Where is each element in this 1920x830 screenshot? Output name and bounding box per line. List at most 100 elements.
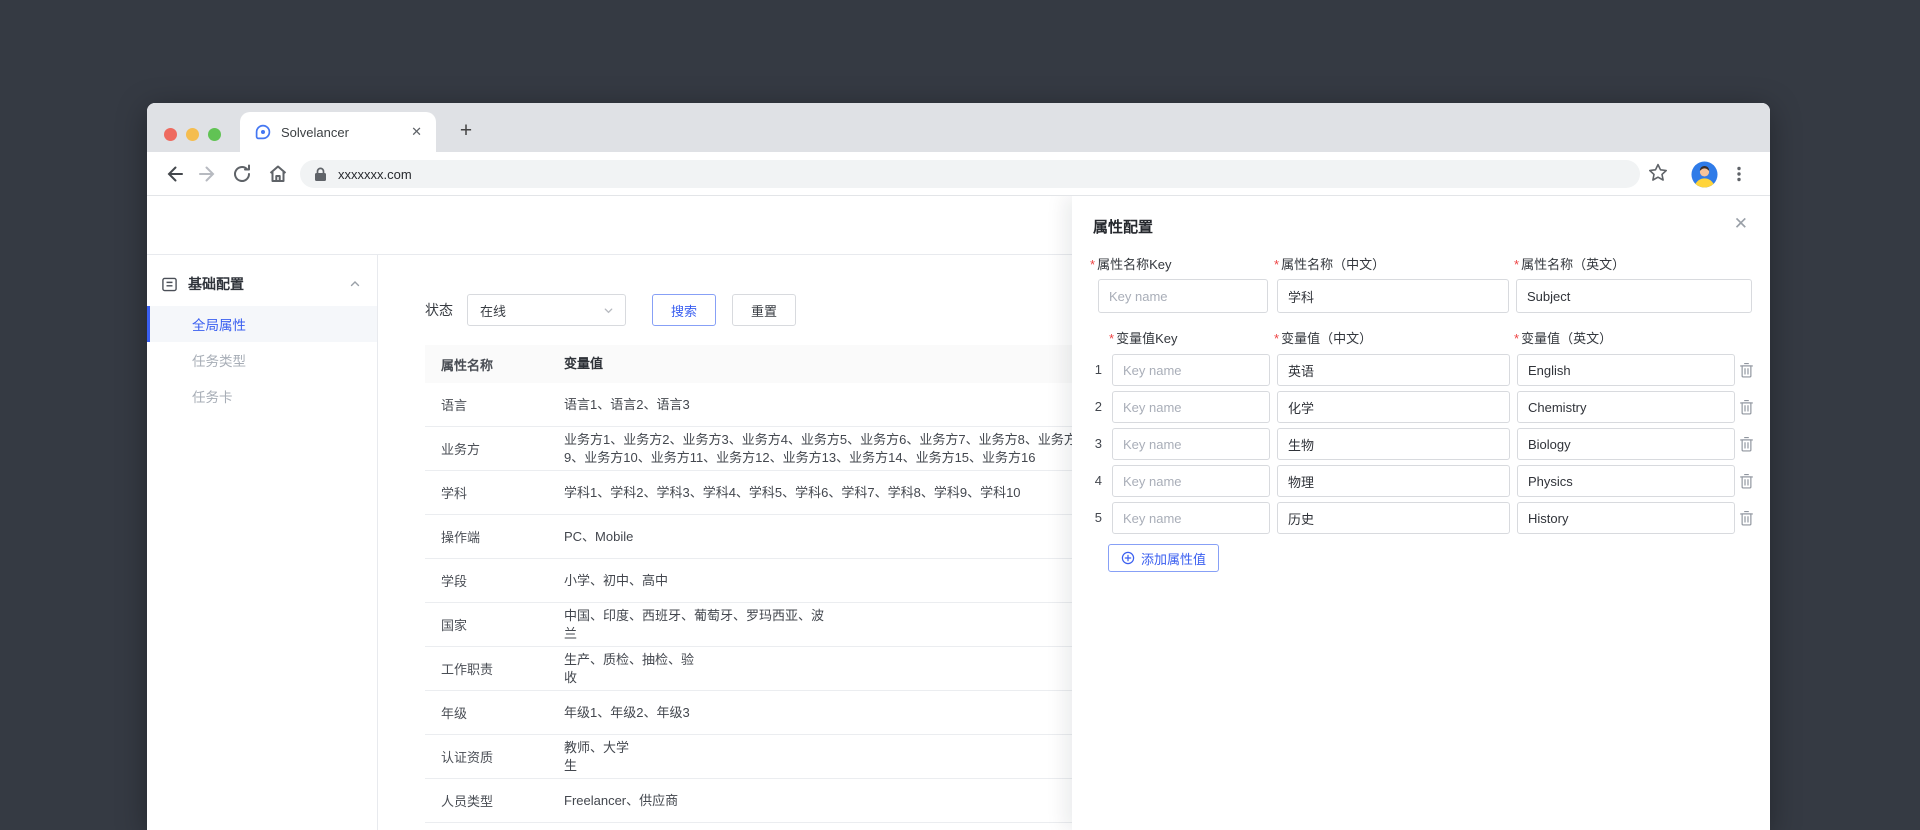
attribute-name-cell: 人员类型 (425, 791, 564, 810)
kebab-menu-icon[interactable] (1730, 165, 1748, 183)
variable-value-cell: PC、Mobile (564, 528, 1093, 546)
label-text: 属性名称Key (1097, 257, 1171, 272)
var-key-input[interactable] (1112, 428, 1270, 460)
var-cn-input[interactable] (1277, 391, 1510, 423)
attribute-name-cell: 操作端 (425, 527, 564, 546)
attribute-name-cell: 认证资质 (425, 747, 564, 766)
var-cn-input[interactable] (1277, 502, 1510, 534)
bookmark-star-icon[interactable] (1646, 161, 1670, 185)
browser-tab[interactable]: Solvelancer ✕ (240, 112, 436, 152)
var-key-input[interactable] (1112, 465, 1270, 497)
sidebar-group-basic-config[interactable]: 基础配置 (147, 264, 377, 304)
var-key-input[interactable] (1112, 502, 1270, 534)
forward-icon[interactable] (197, 163, 219, 185)
var-en-input[interactable] (1517, 465, 1735, 497)
table-row[interactable]: 学段 小学、初中、高中 (425, 559, 1093, 603)
attribute-name-cell: 业务方 (425, 439, 564, 458)
search-button[interactable]: 搜索 (652, 294, 716, 326)
back-icon[interactable] (163, 163, 185, 185)
var-en-input[interactable] (1517, 428, 1735, 460)
close-window-button[interactable] (164, 128, 177, 141)
variable-value-cell: 语言1、语言2、语言3 (564, 396, 1093, 414)
reset-button[interactable]: 重置 (732, 294, 796, 326)
user-avatar[interactable] (1691, 161, 1718, 188)
delete-row-icon[interactable] (1739, 399, 1754, 415)
sidebar-item-label: 任务卡 (192, 386, 233, 406)
drawer-title: 属性配置 (1093, 216, 1153, 237)
var-en-input[interactable] (1517, 502, 1735, 534)
filter-bar: 状态 在线 搜索 重置 (425, 294, 796, 326)
zoom-window-button[interactable] (208, 128, 221, 141)
table-row[interactable]: 操作端 PC、Mobile (425, 515, 1093, 559)
table-row[interactable]: 工作职责 生产、质检、抽检、验 收 (425, 647, 1093, 691)
column-header-variable-value: 变量值 (564, 355, 1093, 373)
field-label-var-cn: *变量值（中文） (1274, 328, 1372, 347)
address-bar[interactable]: xxxxxxx.com (300, 160, 1640, 188)
delete-row-icon[interactable] (1739, 473, 1754, 489)
attribute-config-drawer: 属性配置 ✕ *属性名称Key *属性名称（中文） *属性名称（英文） *变量值… (1072, 196, 1770, 830)
variable-value-cell: 年级1、年级2、年级3 (564, 704, 1093, 722)
minimize-window-button[interactable] (186, 128, 199, 141)
var-en-input[interactable] (1517, 391, 1735, 423)
attr-cn-input[interactable] (1277, 279, 1509, 313)
field-label-attr-cn: *属性名称（中文） (1274, 254, 1385, 273)
table-row[interactable]: 学科 学科1、学科2、学科3、学科4、学科5、学科6、学科7、学科8、学科9、学… (425, 471, 1093, 515)
status-select-value: 在线 (480, 301, 603, 320)
required-marker: * (1274, 257, 1279, 272)
drawer-close-icon[interactable]: ✕ (1734, 214, 1748, 234)
var-cn-input[interactable] (1277, 465, 1510, 497)
sidebar-group-label: 基础配置 (188, 274, 335, 294)
var-key-input[interactable] (1112, 354, 1270, 386)
plus-circle-icon (1121, 551, 1135, 565)
url-text: xxxxxxx.com (338, 167, 412, 182)
sidebar-item-global-attributes[interactable]: 全局属性 (147, 306, 377, 342)
home-icon[interactable] (267, 163, 289, 185)
variable-value-cell: 学科1、学科2、学科3、学科4、学科5、学科6、学科7、学科8、学科9、学科10 (564, 484, 1093, 502)
table-row[interactable]: 认证资质 教师、大学 生 (425, 735, 1093, 779)
field-label-var-key: *变量值Key (1109, 328, 1177, 347)
attr-key-input[interactable] (1098, 279, 1268, 313)
site-favicon (255, 124, 271, 140)
variable-value-cell: 小学、初中、高中 (564, 572, 1093, 590)
table-row[interactable]: 国家 中国、印度、西班牙、葡萄牙、罗玛西亚、波 兰 (425, 603, 1093, 647)
status-filter-label: 状态 (425, 300, 453, 320)
config-board-icon (161, 276, 178, 293)
attribute-name-cell: 学段 (425, 571, 564, 590)
var-en-input[interactable] (1517, 354, 1735, 386)
delete-row-icon[interactable] (1739, 510, 1754, 526)
table-row[interactable]: 语言 语言1、语言2、语言3 (425, 383, 1093, 427)
sidebar-item-task-types[interactable]: 任务类型 (147, 342, 377, 378)
row-number: 3 (1088, 436, 1102, 451)
attr-en-input[interactable] (1516, 279, 1752, 313)
label-text: 变量值Key (1116, 331, 1177, 346)
add-button-label: 添加属性值 (1141, 549, 1206, 568)
sidebar-item-label: 全局属性 (192, 314, 246, 334)
required-marker: * (1274, 331, 1279, 346)
sidebar-item-task-cards[interactable]: 任务卡 (147, 378, 377, 414)
required-marker: * (1514, 331, 1519, 346)
table-row[interactable]: 人员类型 Freelancer、供应商 (425, 779, 1093, 823)
delete-row-icon[interactable] (1739, 436, 1754, 452)
var-cn-input[interactable] (1277, 428, 1510, 460)
chevron-up-icon[interactable] (349, 278, 361, 290)
label-text: 变量值（英文） (1521, 331, 1612, 346)
new-tab-button[interactable]: + (452, 117, 480, 145)
status-select[interactable]: 在线 (467, 294, 626, 326)
table-row[interactable]: 年级 年级1、年级2、年级3 (425, 691, 1093, 735)
row-number: 4 (1088, 473, 1102, 488)
var-key-input[interactable] (1112, 391, 1270, 423)
field-label-var-en: *变量值（英文） (1514, 328, 1612, 347)
refresh-icon[interactable] (231, 163, 253, 185)
required-marker: * (1090, 257, 1095, 272)
required-marker: * (1514, 257, 1519, 272)
row-number: 5 (1088, 510, 1102, 525)
var-cn-input[interactable] (1277, 354, 1510, 386)
table-row[interactable]: 业务方 业务方1、业务方2、业务方3、业务方4、业务方5、业务方6、业务方7、业… (425, 427, 1093, 471)
delete-row-icon[interactable] (1739, 362, 1754, 378)
attributes-table: 属性名称 变量值 语言 语言1、语言2、语言3 业务方 业务方1、业务方2、业务… (425, 345, 1093, 823)
table-header-row: 属性名称 变量值 (425, 345, 1093, 383)
add-attribute-value-button[interactable]: 添加属性值 (1108, 544, 1219, 572)
tab-close-icon[interactable]: ✕ (411, 124, 422, 140)
field-label-attr-key: *属性名称Key (1090, 254, 1171, 273)
lock-icon (314, 167, 327, 182)
